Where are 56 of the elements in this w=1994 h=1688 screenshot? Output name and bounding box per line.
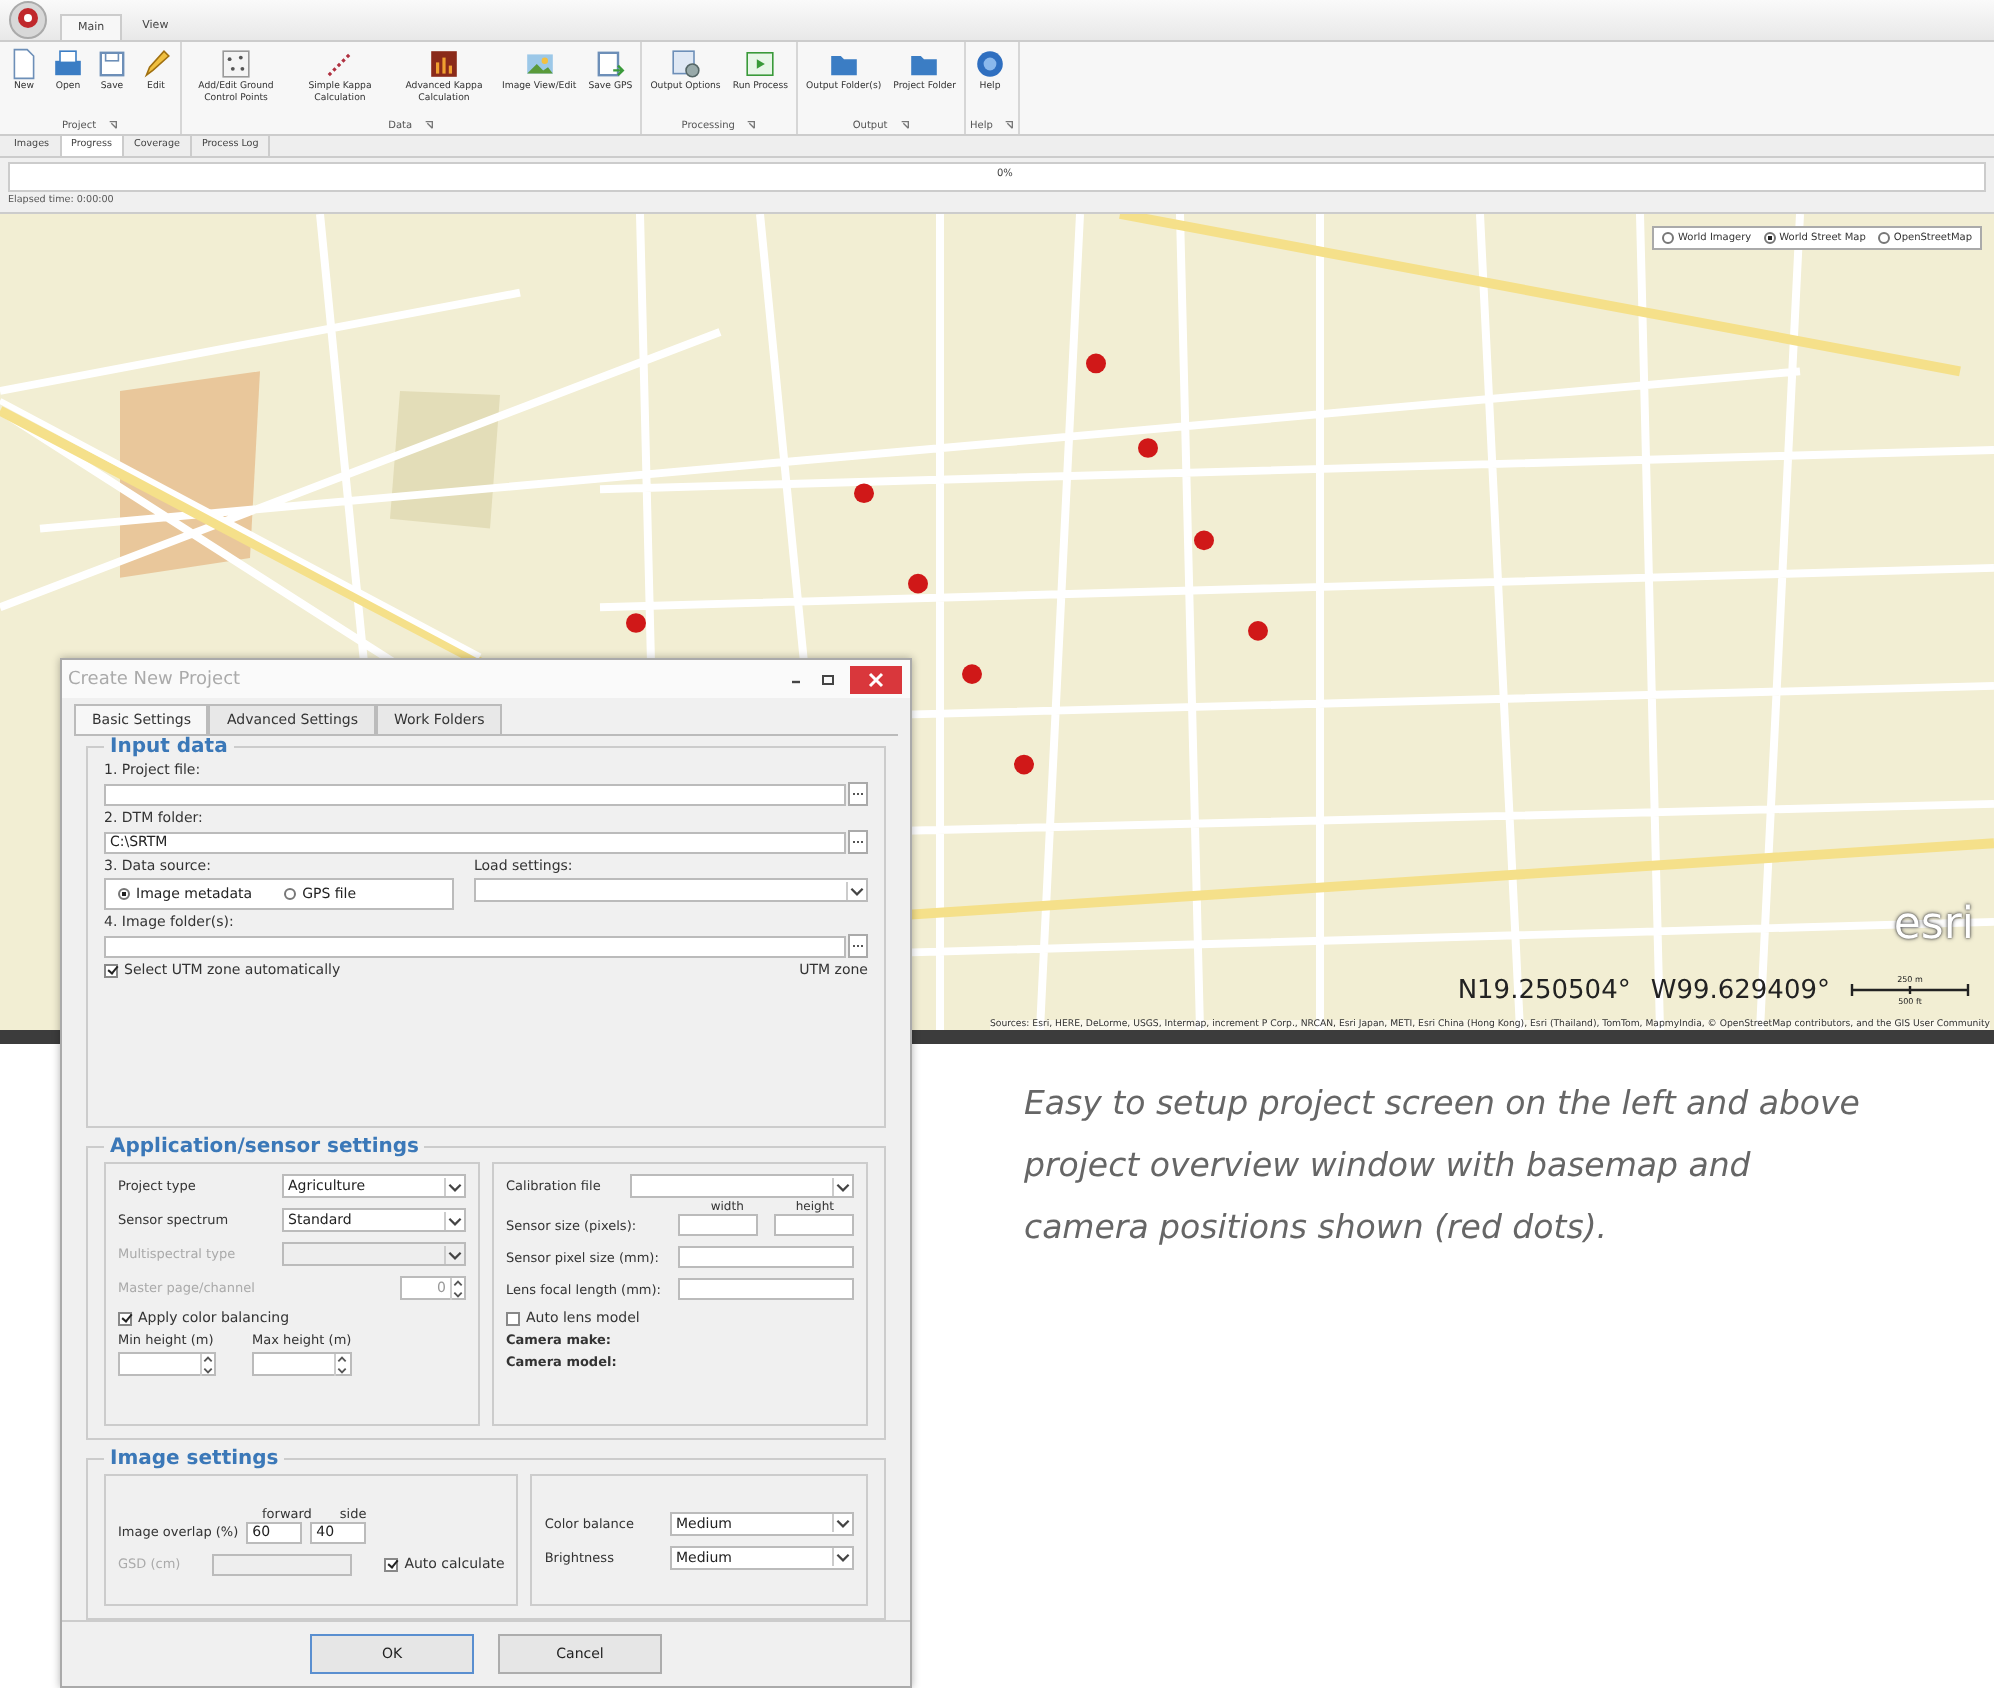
spinner-arrows-icon [450,1277,464,1299]
camera-position-marker [1138,438,1158,458]
points-grid-icon [220,48,252,80]
camera-position-marker [908,573,928,594]
camera-position-marker [1086,353,1106,374]
bar-chart-icon [428,48,460,80]
spinner-arrows-icon [200,1353,214,1375]
caption-text: Easy to setup project screen on the left and above project overview window with basemap and camera positions shown (red dots). [1024,1082,1862,1250]
tray-icon [52,48,84,80]
dialog-launcher-icon[interactable] [746,120,757,130]
coordinate-readout: W99.629409° [1650,975,1830,1005]
scale-bar-icon [1850,984,1970,996]
caret-icon [444,1245,464,1263]
caret-icon [832,1514,852,1532]
app-orb-icon[interactable] [8,0,48,40]
input-field[interactable] [104,935,846,957]
input-field[interactable] [678,1278,854,1300]
pencil-icon [140,48,172,80]
caret-icon [444,1211,464,1229]
section-heading: Image settings [108,1448,281,1470]
browse-icon[interactable] [848,830,868,854]
camera-position-marker [1248,621,1268,641]
camera-position-marker [1194,530,1214,551]
camera-position-marker [1014,754,1034,775]
input-field[interactable] [104,783,846,805]
coordinate-readout: N19.250504° [1457,975,1631,1005]
browse-icon[interactable] [848,782,868,806]
map-logo: esri [1893,900,1974,950]
camera-position-marker [854,483,874,504]
spinner-arrows-icon [334,1353,348,1375]
camera-position-marker [626,613,646,633]
landscape-picture-icon [523,48,556,80]
dialog-launcher-icon[interactable] [1004,120,1015,130]
dialog-launcher-icon[interactable] [899,120,910,130]
input-field[interactable] [678,1246,854,1268]
input-field[interactable] [774,1214,854,1236]
disk-arrow-icon [594,48,627,80]
document-gear-icon [669,48,702,80]
caret-icon [444,1177,464,1195]
input-field[interactable] [678,1214,758,1236]
dialog-launcher-icon[interactable] [108,120,119,130]
caret-icon [846,881,866,899]
section-heading: Application/sensor settings [108,1136,421,1158]
play-icon [744,48,777,80]
camera-position-marker [962,664,982,684]
document-icon [8,48,40,80]
dialog-title: Create New Project [68,669,243,689]
dotted-line-icon [324,48,356,80]
maximize-icon[interactable] [818,669,838,689]
close-icon[interactable] [850,665,902,693]
help-icon [974,48,1007,80]
caret-icon [832,1548,852,1566]
dialog-launcher-icon[interactable] [424,120,435,130]
section-heading: Input data [108,736,230,758]
browse-icon[interactable] [848,934,868,958]
caret-icon [832,1177,852,1195]
